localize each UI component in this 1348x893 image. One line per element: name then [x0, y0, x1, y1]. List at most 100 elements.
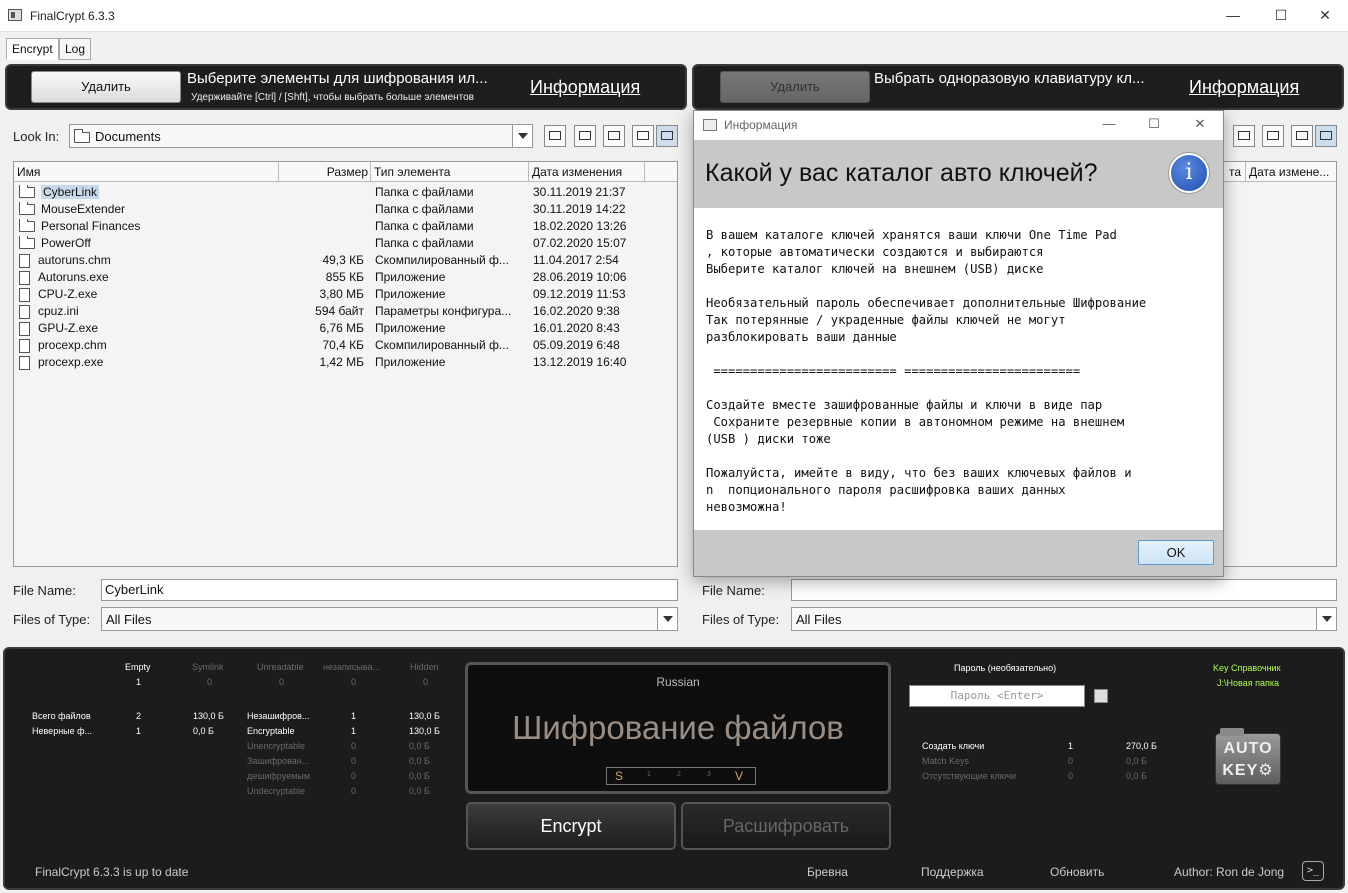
sv-tick: 1: [647, 771, 651, 778]
files-of-type-label: Files of Type:: [13, 612, 91, 627]
file-date: 28.06.2019 10:06: [533, 270, 627, 284]
file-date: 13.12.2019 16:40: [533, 355, 627, 369]
decrypt-button[interactable]: Расшифровать: [681, 802, 891, 850]
sv-indicator: S 1 2 3 V: [606, 767, 756, 785]
stat-header-hidden: Hidden: [410, 662, 439, 672]
left-header-hint: Удерживайте [Ctrl] / [Shft], чтобы выбра…: [191, 92, 474, 103]
show-password-checkbox[interactable]: [1094, 689, 1108, 703]
sv-left: S: [615, 769, 624, 783]
stat-size: 130,0 Б: [193, 711, 224, 721]
tab-encrypt[interactable]: Encrypt: [6, 38, 59, 60]
table-row[interactable]: GPU-Z.exe 6,76 МБ Приложение 16.01.2020 8:4…: [14, 320, 677, 337]
ok-button[interactable]: OK: [1138, 540, 1214, 565]
file-name-input[interactable]: CyberLink: [101, 579, 678, 601]
file-name: CPU-Z.exe: [38, 287, 98, 301]
right-info-link[interactable]: Информация: [1189, 77, 1299, 98]
file-type: Папка с файлами: [375, 236, 474, 250]
file-name: GPU-Z.exe: [38, 321, 99, 335]
folder-icon: [19, 185, 35, 199]
key-stat-label: Отсутствующие ключи: [922, 771, 1016, 781]
table-row[interactable]: autoruns.chm 49,3 КБ Скомпилированный ф...…: [14, 252, 677, 269]
table-row[interactable]: CyberLink Папка с файлами 30.11.2019 21:37: [14, 184, 677, 201]
right-file-name-input[interactable]: [791, 579, 1337, 601]
table-row[interactable]: procexp.chm 70,4 КБ Скомпилированный ф... 0…: [14, 337, 677, 354]
list-view-icon[interactable]: [632, 125, 654, 147]
look-in-label: Look In:: [13, 129, 60, 144]
key-dir-value: J:\Новая папка: [1217, 678, 1279, 688]
chevron-down-icon[interactable]: [1316, 608, 1336, 630]
dialog-minimize-button[interactable]: —: [1087, 111, 1131, 139]
status-big-text: Шифрование файлов: [512, 709, 844, 746]
table-row[interactable]: procexp.exe 1,42 МБ Приложение 13.12.2019 1…: [14, 354, 677, 371]
file-date: 07.02.2020 15:07: [533, 236, 627, 250]
maximize-button[interactable]: ☐: [1258, 0, 1304, 32]
new-folder-icon[interactable]: [1262, 125, 1284, 147]
password-label: Пароль (необязательно): [954, 663, 1057, 673]
chevron-down-icon[interactable]: [657, 608, 677, 630]
password-input[interactable]: Пароль <Enter>: [909, 685, 1085, 707]
update-link[interactable]: Обновить: [1050, 865, 1104, 879]
key-stat-label: Создать ключи: [922, 741, 985, 751]
stat-size: 0,0 Б: [409, 786, 430, 796]
key-stat-count: 0: [1068, 756, 1074, 766]
key-stat-count: 1: [1068, 741, 1074, 751]
column-date[interactable]: Дата измене...: [1246, 162, 1336, 182]
stat-label: Undecryptable: [247, 786, 306, 796]
chevron-down-icon[interactable]: [512, 125, 532, 147]
table-row[interactable]: Autoruns.exe 855 КБ Приложение 28.06.2019 1…: [14, 269, 677, 286]
column-type[interactable]: Тип элемента: [371, 162, 529, 182]
minimize-button[interactable]: —: [1210, 0, 1256, 32]
table-row[interactable]: MouseExtender Папка с файлами 30.11.2019 1…: [14, 201, 677, 218]
table-row[interactable]: PowerOff Папка с файлами 07.02.2020 15:07: [14, 235, 677, 252]
table-row[interactable]: cpuz.ini 594 байт Параметры конфигура... 16…: [14, 303, 677, 320]
autokey-folder-icon[interactable]: AUTO KEY⚙: [1215, 728, 1281, 785]
file-type: Папка с файлами: [375, 219, 474, 233]
window-title: FinalCrypt 6.3.3: [30, 9, 115, 23]
new-folder-icon[interactable]: [603, 125, 625, 147]
files-of-type-value: All Files: [106, 612, 152, 627]
title-bar: FinalCrypt 6.3.3 — ☐ ✕: [0, 0, 1348, 32]
file-type: Параметры конфигура...: [375, 304, 512, 318]
details-view-icon[interactable]: [656, 125, 678, 147]
home-icon[interactable]: [574, 125, 596, 147]
support-link[interactable]: Поддержка: [921, 865, 984, 879]
file-name: Autoruns.exe: [38, 270, 109, 284]
app-icon: [8, 9, 22, 21]
file-date: 11.04.2017 2:54: [533, 253, 619, 267]
table-row[interactable]: CPU-Z.exe 3,80 МБ Приложение 09.12.2019 11:…: [14, 286, 677, 303]
dialog-maximize-button[interactable]: ☐: [1132, 111, 1176, 139]
home-icon[interactable]: [1233, 125, 1255, 147]
stat-count: 0: [351, 741, 357, 751]
up-folder-icon[interactable]: [544, 125, 566, 147]
file-type: Папка с файлами: [375, 202, 474, 216]
file-date: 09.12.2019 11:53: [533, 287, 626, 301]
folder-icon: [19, 219, 35, 233]
details-view-icon[interactable]: [1315, 125, 1337, 147]
file-name: autoruns.chm: [38, 253, 111, 267]
dialog-close-button[interactable]: ✕: [1178, 111, 1222, 139]
look-in-combo[interactable]: Documents: [69, 124, 533, 148]
folder-icon: [19, 236, 35, 250]
column-name[interactable]: Имя: [14, 162, 279, 182]
column-size[interactable]: Размер: [279, 162, 371, 182]
right-files-of-type-combo[interactable]: All Files: [791, 607, 1337, 631]
column-date[interactable]: Дата изменения: [529, 162, 645, 182]
close-button[interactable]: ✕: [1302, 0, 1348, 32]
left-file-list[interactable]: Имя Размер Тип элемента Дата изменения C…: [13, 161, 678, 567]
file-name: procexp.chm: [38, 338, 107, 352]
table-row[interactable]: Personal Finances Папка с файлами 18.02.20…: [14, 218, 677, 235]
left-delete-button[interactable]: Удалить: [31, 71, 181, 103]
stat-size: 130,0 Б: [409, 726, 440, 736]
tab-log[interactable]: Log: [59, 38, 92, 60]
terminal-icon[interactable]: >_: [1302, 861, 1324, 881]
stat-value-hidden: 0: [423, 677, 429, 687]
encrypt-button[interactable]: Encrypt: [466, 802, 676, 850]
right-delete-button[interactable]: Удалить: [720, 71, 870, 103]
logs-link[interactable]: Бревна: [807, 865, 848, 879]
files-of-type-combo[interactable]: All Files: [101, 607, 678, 631]
list-view-icon[interactable]: [1291, 125, 1313, 147]
left-info-link[interactable]: Информация: [530, 77, 640, 98]
file-date: 16.01.2020 8:43: [533, 321, 620, 335]
stat-count: 0: [351, 756, 357, 766]
dialog-title-bar: Информация — ☐ ✕: [694, 111, 1223, 139]
